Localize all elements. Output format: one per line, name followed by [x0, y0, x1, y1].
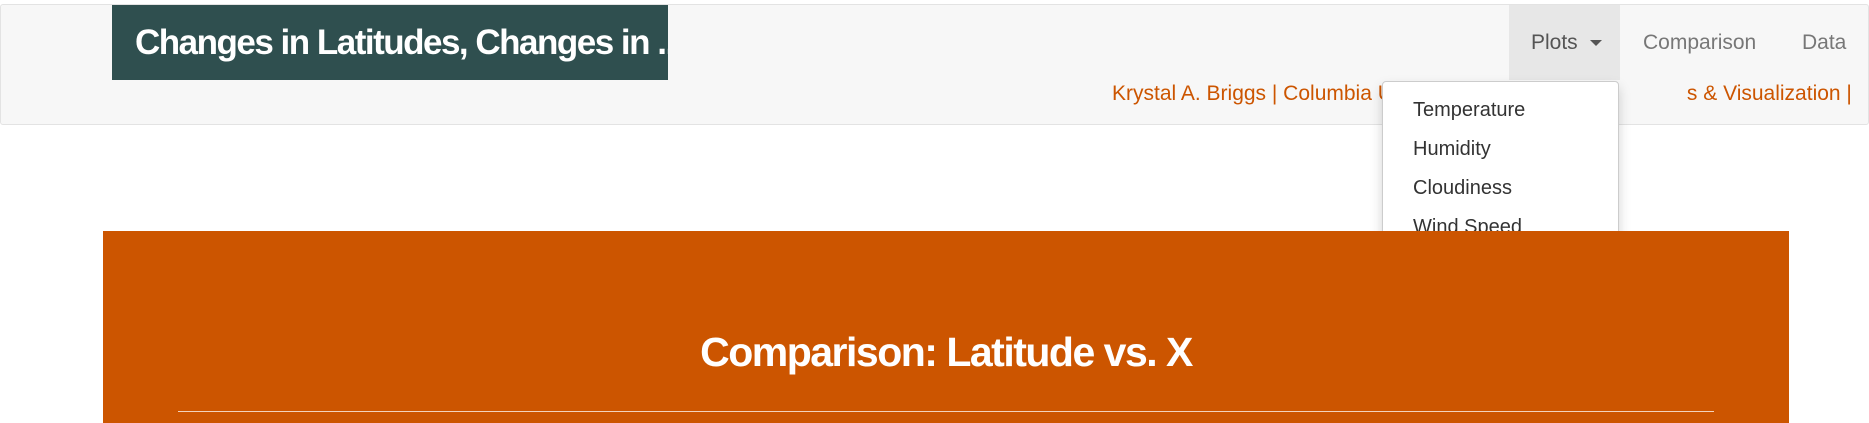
nav-data-link[interactable]: Data: [1780, 5, 1868, 80]
comparison-banner: Comparison: Latitude vs. X: [103, 231, 1789, 423]
banner-title: Comparison: Latitude vs. X: [700, 329, 1193, 375]
site-brand[interactable]: Changes in Latitudes, Changes in ...: [112, 5, 668, 80]
plots-dropdown-menu: Temperature Humidity Cloudiness Wind Spe…: [1382, 81, 1619, 252]
caret-down-icon: [1589, 40, 1602, 47]
byline-left: Krystal A. Briggs | Columbia U: [1112, 82, 1393, 105]
banner-divider: [178, 411, 1714, 412]
nav-plots-dropdown-toggle[interactable]: Plots: [1509, 5, 1620, 80]
nav-comparison-link[interactable]: Comparison: [1621, 5, 1778, 80]
byline-right: s & Visualization |: [1686, 82, 1852, 105]
nav-plots-label: Plots: [1531, 31, 1578, 54]
dropdown-item-temperature[interactable]: Temperature: [1383, 91, 1618, 130]
dropdown-item-humidity[interactable]: Humidity: [1383, 130, 1618, 169]
dropdown-item-cloudiness[interactable]: Cloudiness: [1383, 169, 1618, 208]
